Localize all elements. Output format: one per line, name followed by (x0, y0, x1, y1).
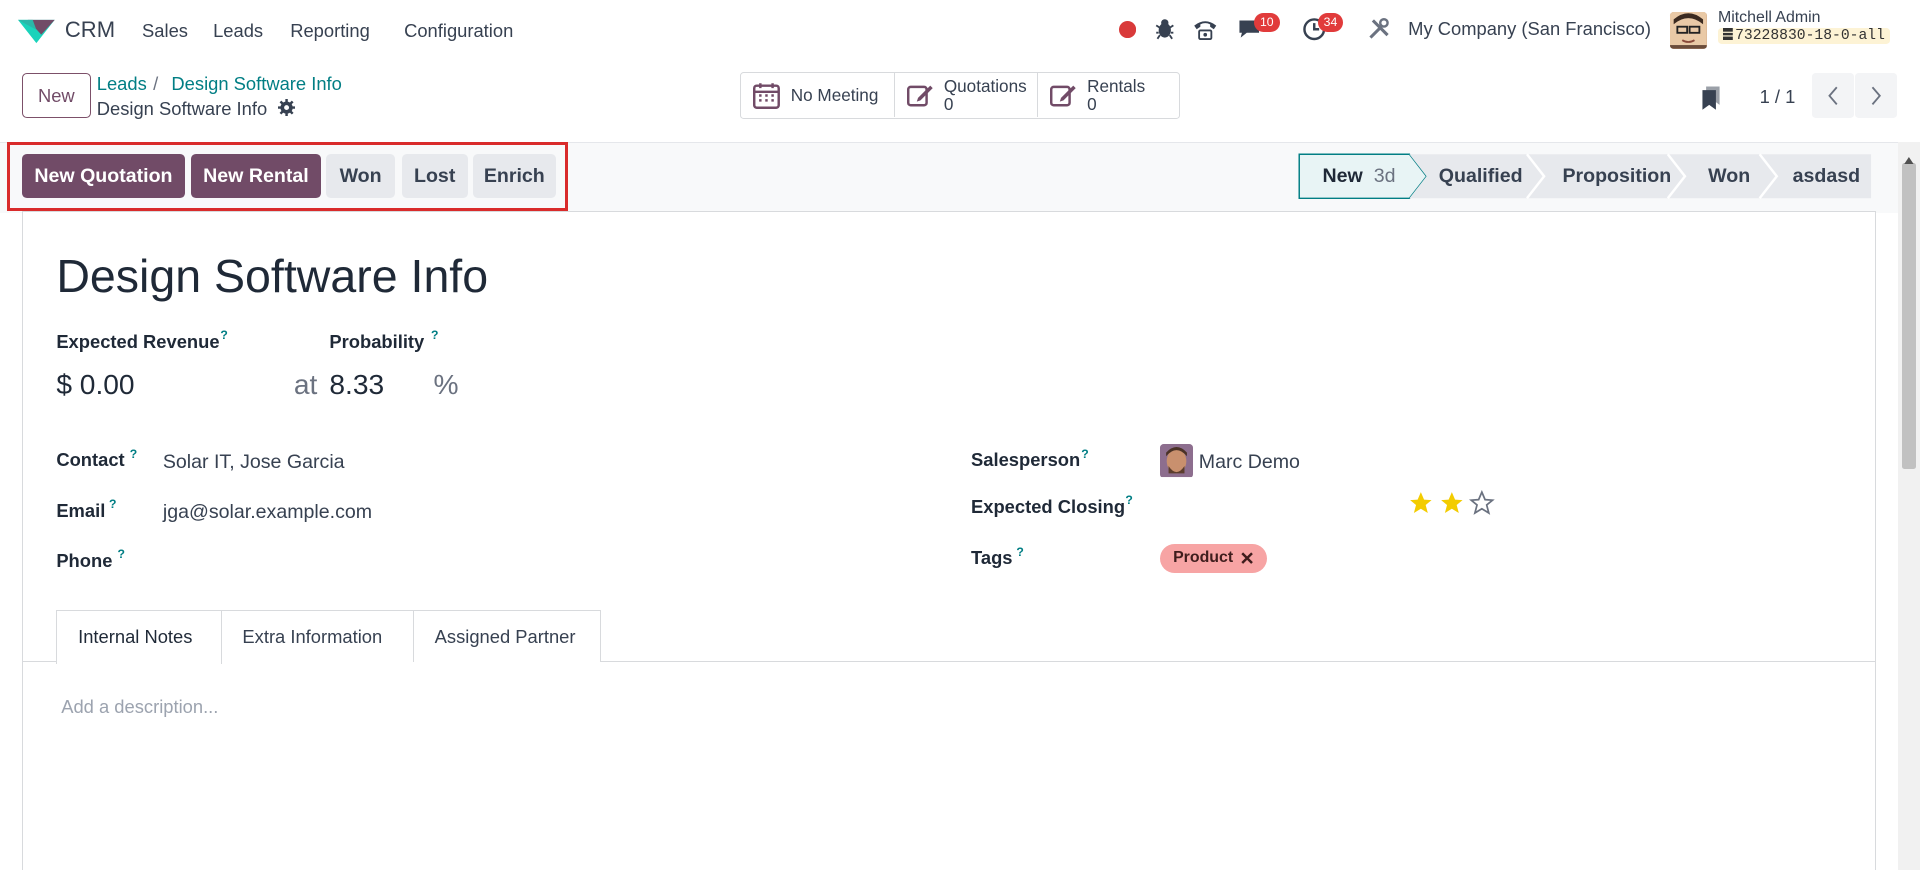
breadcrumb-current[interactable]: Design Software Info (171, 73, 341, 95)
form-sheet (22, 210, 1876, 870)
edit-icon (1050, 85, 1077, 107)
pager-next-button[interactable] (1855, 73, 1897, 118)
stage-qualified[interactable]: Qualified (1439, 154, 1523, 198)
app-name[interactable]: CRM (65, 17, 115, 43)
menu-sales[interactable]: Sales (142, 20, 188, 42)
calendar-icon (752, 83, 780, 109)
description-field[interactable]: Add a description... (61, 696, 218, 718)
user-avatar[interactable] (1670, 12, 1707, 49)
menu-reporting[interactable]: Reporting (290, 20, 370, 42)
phone-label: Phone (56, 549, 113, 571)
help-icon[interactable]: ? (1016, 545, 1023, 559)
stage-new[interactable]: New 3d (1322, 154, 1395, 198)
rentals-label: Rentals (1087, 75, 1146, 96)
help-icon[interactable]: ? (1125, 493, 1132, 507)
salesperson-field[interactable]: Marc Demo (1199, 451, 1300, 474)
meeting-smart-button[interactable]: No Meeting (741, 73, 895, 118)
gear-icon[interactable] (277, 99, 296, 122)
expected-closing-field[interactable] (1160, 490, 1393, 519)
database-name: 73228830-18-0-all (1735, 28, 1885, 45)
stage-won[interactable]: Won (1708, 154, 1750, 198)
rentals-smart-button[interactable]: Rentals 0 (1038, 73, 1179, 117)
activities-badge: 34 (1317, 13, 1344, 32)
stage-new-label: New (1322, 164, 1363, 187)
company-switcher[interactable]: My Company (San Francisco) (1408, 18, 1651, 40)
pager-value[interactable]: 1 / 1 (1760, 86, 1796, 108)
breadcrumb-leads[interactable]: Leads (97, 73, 147, 95)
expected-closing-label: Expected Closing (971, 495, 1126, 517)
notebook-tabs: Internal Notes Extra Information Assigne… (56, 609, 602, 664)
expected-revenue-field[interactable]: $ 0.00 (56, 369, 134, 401)
opportunity-title[interactable]: Design Software Info (56, 249, 488, 303)
bug-icon[interactable] (1155, 18, 1175, 46)
edit-icon (907, 85, 933, 107)
database-icon (1722, 28, 1733, 41)
chevron-right-icon (1871, 86, 1881, 105)
percent-label: % (433, 368, 459, 400)
priority-widget[interactable] (1408, 489, 1496, 516)
help-icon[interactable]: ? (431, 328, 438, 342)
messages-badge: 10 (1253, 13, 1280, 32)
record-name: Design Software Info (96, 97, 268, 119)
salesperson-avatar (1159, 444, 1193, 478)
help-icon[interactable]: ? (109, 497, 116, 511)
probability-label: Probability (329, 330, 425, 352)
star-empty-icon[interactable] (1469, 489, 1496, 516)
close-icon[interactable] (1240, 552, 1253, 565)
tab-internal-notes[interactable]: Internal Notes (56, 609, 222, 664)
at-label: at (293, 368, 318, 400)
expected-revenue-label: Expected Revenue (56, 330, 220, 352)
tags-label: Tags (971, 547, 1013, 569)
contact-field[interactable]: Solar IT, Jose Garcia (163, 451, 345, 474)
help-icon[interactable]: ? (1081, 447, 1088, 461)
star-filled-icon[interactable] (1439, 490, 1465, 516)
help-icon[interactable]: ? (118, 547, 125, 561)
quotations-smart-button[interactable]: Quotations 0 (895, 73, 1039, 118)
chevron-left-icon (1828, 86, 1838, 105)
tab-extra-information[interactable]: Extra Information (221, 609, 414, 663)
stage-new-duration: 3d (1373, 164, 1396, 187)
tag-product: Product (1159, 543, 1268, 574)
menu-configuration[interactable]: Configuration (404, 20, 513, 42)
menu-leads[interactable]: Leads (213, 20, 263, 42)
salesperson-label: Salesperson (971, 449, 1081, 471)
stage-asdasd[interactable]: asdasd (1793, 154, 1860, 198)
tab-assigned-partner[interactable]: Assigned Partner (413, 609, 602, 663)
breadcrumb-separator: / (153, 73, 159, 95)
crm-logo-icon[interactable] (18, 15, 56, 44)
new-record-button[interactable]: New (22, 73, 91, 118)
highlight-box (7, 142, 569, 211)
email-field[interactable]: jga@solar.example.com (163, 501, 372, 524)
top-navbar: CRM Sales Leads Reporting Configuration … (0, 0, 1920, 62)
help-icon[interactable]: ? (220, 328, 227, 342)
smart-buttons: No Meeting Quotations 0 Rentals 0 (739, 72, 1181, 119)
help-icon[interactable]: ? (130, 447, 137, 461)
contact-label: Contact (56, 449, 125, 471)
tools-icon[interactable] (1368, 18, 1390, 46)
user-name[interactable]: Mitchell Admin (1718, 9, 1821, 27)
star-filled-icon[interactable] (1408, 490, 1434, 516)
pager-previous-button[interactable] (1812, 73, 1854, 118)
scrollbar-thumb[interactable] (1901, 162, 1917, 469)
scroll-up-icon[interactable] (1904, 147, 1914, 170)
meeting-label: No Meeting (790, 84, 879, 105)
phone-icon[interactable] (1193, 17, 1217, 47)
stage-proposition[interactable]: Proposition (1562, 154, 1671, 198)
tag-label: Product (1173, 549, 1234, 567)
rentals-count: 0 (1087, 94, 1097, 115)
quotations-label: Quotations (943, 75, 1027, 96)
bookmark-icon[interactable] (1700, 84, 1722, 117)
probability-field[interactable]: 8.33 (329, 369, 384, 401)
email-label: Email (56, 499, 106, 521)
quotations-count: 0 (943, 94, 954, 115)
database-badge: 73228830-18-0-all (1717, 28, 1890, 45)
recording-dot-icon[interactable] (1119, 20, 1137, 44)
